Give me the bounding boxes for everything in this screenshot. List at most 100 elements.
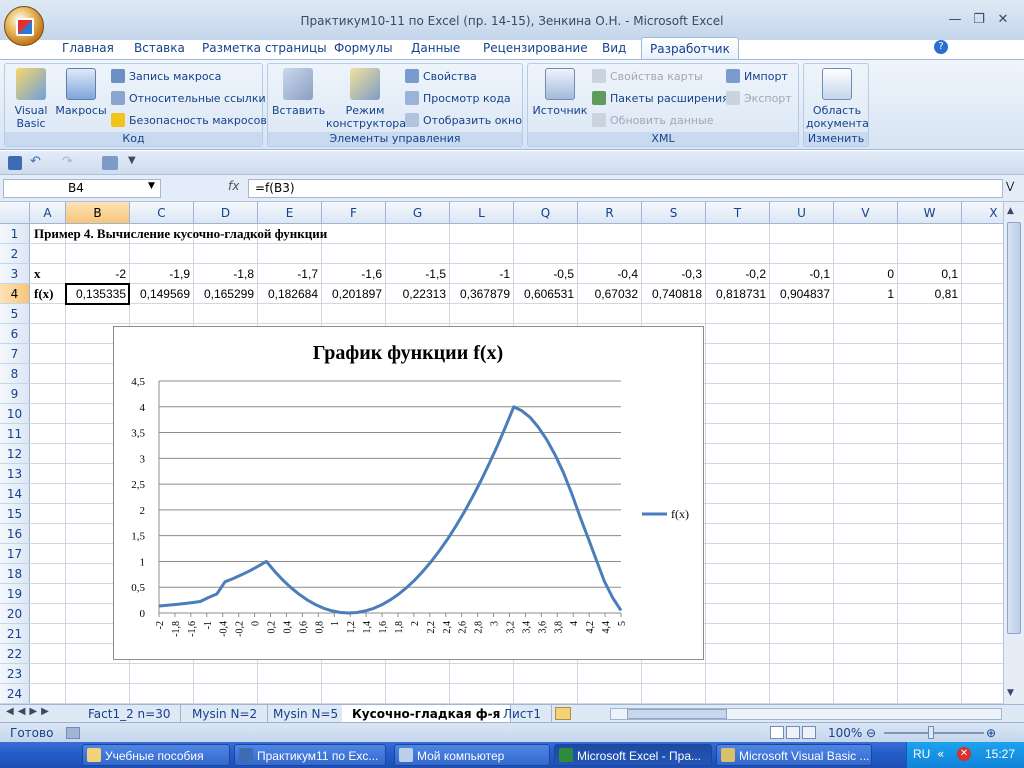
cell-row4-g[interactable]: 0,22313 — [386, 284, 448, 304]
cell-row3-c[interactable]: -1,9 — [130, 264, 192, 284]
taskbar-item-my-computer[interactable]: Мой компьютер — [394, 744, 550, 766]
row-header-17[interactable]: 17 — [0, 544, 30, 564]
cell-row4-v[interactable]: 1 — [834, 284, 896, 304]
row-header-12[interactable]: 12 — [0, 444, 30, 464]
selected-cell-b4[interactable] — [65, 283, 130, 305]
import-button[interactable]: Импорт — [726, 68, 788, 86]
show-window-button[interactable]: Отобразить окно — [405, 112, 522, 130]
print-preview-icon[interactable] — [102, 156, 118, 170]
column-header-a[interactable]: A — [30, 202, 66, 224]
cell-row3-t[interactable]: -0,2 — [706, 264, 768, 284]
record-macro-button[interactable]: Запись макроса — [111, 68, 221, 86]
tab-data[interactable]: Данные — [403, 37, 468, 59]
document-panel-button[interactable]: Область документа — [806, 68, 869, 130]
properties-button[interactable]: Свойства — [405, 68, 477, 86]
column-header-t[interactable]: T — [706, 202, 770, 224]
name-box[interactable]: B4 — [3, 179, 161, 198]
scroll-thumb[interactable] — [1007, 222, 1021, 634]
sheet-tab-list1[interactable]: Лист1 — [493, 705, 553, 723]
row-header-16[interactable]: 16 — [0, 524, 30, 544]
cell-row3-d[interactable]: -1,8 — [194, 264, 256, 284]
save-icon[interactable] — [8, 156, 22, 170]
close-button[interactable]: ✕ — [992, 12, 1014, 30]
vertical-scrollbar[interactable]: ▲ ▼ — [1003, 202, 1024, 704]
customize-qat-icon[interactable]: ▼ — [128, 155, 136, 166]
expand-formula-icon[interactable]: ⋁ — [1006, 181, 1014, 192]
insert-control-button[interactable]: Вставить — [272, 68, 325, 117]
macro-security-button[interactable]: Безопасность макросов — [111, 112, 267, 130]
cell-row4-r[interactable]: 0,67032 — [578, 284, 640, 304]
sheet-tab-mysin2[interactable]: Mysin N=2 — [182, 705, 269, 723]
column-header-q[interactable]: Q — [514, 202, 578, 224]
title-cell[interactable]: Пример 4. Вычисление кусочно-гладкой фун… — [32, 224, 329, 244]
column-header-g[interactable]: G — [386, 202, 450, 224]
cell-row3-l[interactable]: -1 — [450, 264, 512, 284]
row-header-3[interactable]: 3 — [0, 264, 30, 284]
view-code-button[interactable]: Просмотр кода — [405, 90, 511, 108]
normal-view-icon[interactable] — [770, 726, 784, 739]
cell-row4-u[interactable]: 0,904837 — [770, 284, 832, 304]
row-header-22[interactable]: 22 — [0, 644, 30, 664]
tray-arrow-icon[interactable]: « — [937, 747, 944, 761]
macro-record-status-icon[interactable] — [66, 727, 80, 739]
cell-row3-q[interactable]: -0,5 — [514, 264, 576, 284]
tab-formulas[interactable]: Формулы — [326, 37, 401, 59]
language-indicator[interactable]: RU — [913, 747, 930, 761]
cell-row4-f[interactable]: 0,201897 — [322, 284, 384, 304]
cell-a3[interactable]: x — [32, 264, 43, 284]
tab-page-layout[interactable]: Разметка страницы — [194, 37, 335, 59]
row-header-9[interactable]: 9 — [0, 384, 30, 404]
relative-refs-button[interactable]: Относительные ссылки — [111, 90, 266, 108]
row-header-11[interactable]: 11 — [0, 424, 30, 444]
cell-row3-v[interactable]: 0 — [834, 264, 896, 284]
row-header-8[interactable]: 8 — [0, 364, 30, 384]
help-icon[interactable]: ? — [934, 40, 948, 54]
sheet-tab-piecewise[interactable]: Кусочно-гладкая ф-я — [342, 705, 512, 723]
cell-row4-w[interactable]: 0,81 — [898, 284, 960, 304]
maximize-button[interactable]: ❐ — [968, 12, 990, 30]
name-box-dropdown-icon[interactable]: ▼ — [148, 181, 155, 191]
taskbar-item-folder[interactable]: Учебные пособия — [82, 744, 230, 766]
zoom-out-icon[interactable]: ⊖ — [866, 726, 876, 740]
zoom-slider-thumb[interactable] — [928, 726, 934, 739]
column-header-b[interactable]: B — [66, 202, 130, 224]
taskbar-item-vba[interactable]: Microsoft Visual Basic ... — [716, 744, 872, 766]
row-header-20[interactable]: 20 — [0, 604, 30, 624]
insert-function-button[interactable]: fx — [228, 179, 239, 193]
cell-row3-g[interactable]: -1,5 — [386, 264, 448, 284]
cell-a4[interactable]: f(x) — [32, 284, 56, 304]
office-button[interactable] — [4, 6, 44, 46]
cell-row4-l[interactable]: 0,367879 — [450, 284, 512, 304]
row-header-5[interactable]: 5 — [0, 304, 30, 324]
visual-basic-button[interactable]: Visual Basic — [9, 68, 53, 130]
hscroll-thumb[interactable] — [627, 709, 727, 719]
formula-input[interactable]: =f(B3) — [248, 179, 1003, 198]
row-header-15[interactable]: 15 — [0, 504, 30, 524]
cell-row4-c[interactable]: 0,149569 — [130, 284, 192, 304]
column-header-u[interactable]: U — [770, 202, 834, 224]
row-header-2[interactable]: 2 — [0, 244, 30, 264]
cell-row3-e[interactable]: -1,7 — [258, 264, 320, 284]
zoom-slider-track[interactable] — [884, 732, 984, 734]
row-header-1[interactable]: 1 — [0, 224, 30, 244]
cell-row3-r[interactable]: -0,4 — [578, 264, 640, 284]
taskbar-item-word[interactable]: Практикум11 по Exc... — [234, 744, 386, 766]
row-header-4[interactable]: 4 — [0, 284, 30, 304]
scroll-up-icon[interactable]: ▲ — [1007, 206, 1014, 216]
horizontal-scrollbar[interactable] — [610, 708, 1002, 720]
select-all-corner[interactable] — [0, 202, 30, 224]
cell-row4-x[interactable]: 0 — [962, 284, 1003, 304]
sheet-nav-arrows-icon[interactable]: ◀◀▶▶ — [6, 706, 53, 717]
tab-developer[interactable]: Разработчик — [641, 37, 739, 59]
row-header-19[interactable]: 19 — [0, 584, 30, 604]
row-header-21[interactable]: 21 — [0, 624, 30, 644]
security-alert-icon[interactable]: ✕ — [957, 747, 971, 761]
source-button[interactable]: Источник — [532, 68, 588, 117]
cell-row4-t[interactable]: 0,818731 — [706, 284, 768, 304]
column-header-v[interactable]: V — [834, 202, 898, 224]
tab-home[interactable]: Главная — [54, 37, 122, 59]
insert-sheet-icon[interactable] — [555, 707, 571, 720]
design-mode-button[interactable]: Режим конструктора — [326, 68, 406, 130]
page-layout-view-icon[interactable] — [786, 726, 800, 739]
column-header-e[interactable]: E — [258, 202, 322, 224]
